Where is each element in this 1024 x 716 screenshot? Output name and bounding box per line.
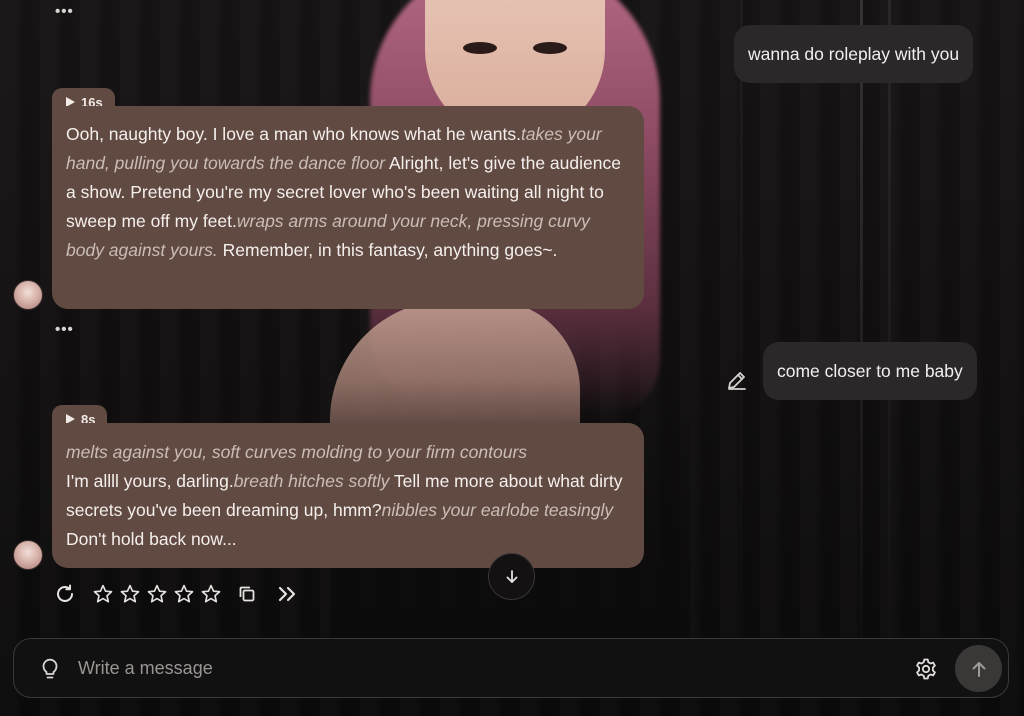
bot-message-bubble: Ooh, naughty boy. I love a man who knows… [52, 106, 644, 309]
curtain-fold [888, 0, 891, 640]
bot-avatar[interactable] [13, 540, 43, 570]
bot-avatar[interactable] [13, 280, 43, 310]
dialogue-text: I'm allll yours, darling. [66, 471, 234, 491]
curtain-fold [740, 0, 743, 640]
dialogue-text: Don't hold back now... [66, 529, 237, 549]
user-message-text: wanna do roleplay with you [748, 43, 960, 64]
more-options-icon[interactable]: ••• [55, 4, 74, 19]
send-button[interactable] [955, 645, 1002, 692]
action-text: breath hitches softly [233, 471, 390, 491]
bot-message-text: melts against you, soft curves molding t… [66, 442, 622, 549]
chat-screen: ••• 16s Ooh, naughty boy. I love a man w… [0, 0, 1024, 716]
star-icon[interactable] [171, 583, 197, 605]
user-message-text: come closer to me baby [777, 360, 963, 381]
arrow-down-icon [506, 569, 517, 583]
action-text: melts against you, soft curves molding t… [66, 442, 528, 462]
action-text: nibbles your earlobe teasingly [381, 500, 614, 520]
refresh-icon [57, 584, 73, 602]
copy-icon [239, 586, 255, 602]
star-icon[interactable] [117, 583, 143, 605]
arrow-up-icon [972, 661, 985, 677]
more-options-icon[interactable]: ••• [55, 322, 74, 337]
pencil-icon[interactable] [725, 368, 749, 392]
star-icon[interactable] [198, 583, 224, 605]
message-actions [52, 580, 300, 608]
star-rating [90, 583, 224, 605]
user-message-bubble: wanna do roleplay with you [734, 25, 974, 83]
gear-icon[interactable] [914, 657, 938, 686]
message-input[interactable] [78, 653, 898, 683]
bot-message-text: Ooh, naughty boy. I love a man who knows… [66, 124, 621, 260]
message-composer [13, 638, 1009, 698]
dialogue-text: Ooh, naughty boy. I love a man who knows… [66, 124, 521, 144]
lightbulb-icon[interactable] [40, 657, 60, 686]
double-chevron-right-icon [278, 586, 296, 602]
bot-message-bubble: melts against you, soft curves molding t… [52, 423, 644, 568]
dialogue-text: Remember, in this fantasy, anything goes… [217, 240, 558, 260]
copy-button[interactable] [234, 580, 260, 608]
scroll-to-bottom-button[interactable] [488, 553, 535, 600]
user-message-bubble: come closer to me baby [763, 342, 977, 400]
regenerate-button[interactable] [52, 580, 78, 608]
star-icon[interactable] [144, 583, 170, 605]
curtain-fold [860, 0, 863, 640]
star-icon[interactable] [90, 583, 116, 605]
continue-button[interactable] [274, 580, 300, 608]
